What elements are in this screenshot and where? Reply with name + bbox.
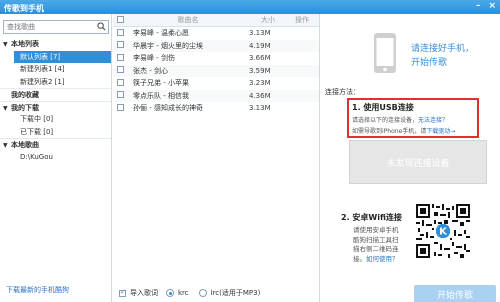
download-driver-link[interactable]: 下载驱动→ (426, 128, 455, 135)
svg-text:K: K (439, 227, 448, 238)
krc-label: krc (178, 289, 189, 297)
table-row[interactable]: 孙俪 - 感知成长的神奇 3.13M (113, 102, 319, 115)
close-icon[interactable]: × (488, 2, 496, 11)
row-checkbox[interactable] (117, 41, 124, 49)
list-item-new1[interactable]: 新建列表1 [4] (0, 63, 111, 76)
start-transfer-button[interactable]: 开始传歌 (414, 285, 496, 302)
header-size: 大小 (261, 16, 275, 24)
left-panel: ▼本地列表 默认列表 [7] 新建列表1 [4] 新建列表2 [1] 我的收藏 … (0, 14, 112, 302)
group-favorites[interactable]: 我的收藏 (0, 88, 111, 101)
wifi-instructions: 请使用安卓手机 酷狗扫描工具扫 描右侧二维码连 接。如何使用？ (353, 226, 399, 263)
lrc-label: lrc(适用于MP3) (210, 289, 261, 297)
table-row[interactable]: 筷子兄弟 - 小苹果 3.23M (113, 77, 319, 90)
row-checkbox[interactable] (117, 78, 124, 86)
no-device-button[interactable]: 未发现连接设备 (349, 140, 487, 184)
header-song-name: 歌曲名 (177, 16, 199, 24)
connect-tip: 请连接好手机， 开始传歌 (411, 44, 475, 68)
title-bar: 传歌到手机 – × (0, 0, 500, 14)
table-row[interactable]: 李易峰 - 剑伤 3.66M (113, 52, 319, 65)
list-item-default[interactable]: 默认列表 [7] (14, 50, 111, 63)
select-all-checkbox[interactable] (117, 15, 124, 23)
window-title: 传歌到手机 (4, 4, 44, 13)
row-checkbox[interactable] (117, 28, 124, 36)
list-item-downloading[interactable]: 下载中 [0] (0, 113, 111, 126)
playlist-tree: ▼ 本地列表 默认列表 [7] 新建列表1 [4] 新建列表2 [1] 我的收藏 … (0, 38, 111, 163)
header-action: 操作 (295, 16, 309, 24)
import-lyrics-checkbox[interactable] (119, 288, 126, 297)
right-panel: 请连接好手机， 开始传歌 连接方法： 1. 使用USB连接 请选择以下的连接设备… (321, 14, 500, 302)
method-label: 连接方法： (325, 88, 360, 96)
table-row[interactable]: 张杰 - 剑心 3.59M (113, 64, 319, 77)
table-row[interactable]: 李易峰 - 温柔心愿 3.13M (113, 27, 319, 40)
krc-radio[interactable] (166, 289, 174, 297)
group-downloads[interactable]: ▼ 我的下载 (0, 100, 111, 116)
collapse-triangle-icon[interactable]: ▼ (3, 103, 11, 116)
lrc-radio[interactable] (198, 289, 207, 297)
usb-connect-section: 1. 使用USB连接 请选择以下的连接设备，无法连接？ 如需导歌到iPhone手… (347, 98, 479, 138)
song-list-panel: 歌曲名 大小 操作 李易峰 - 温柔心愿 3.13M 华晨宇 - 烟火里的尘埃 4.… (113, 14, 320, 302)
table-header: 歌曲名 大小 操作 (113, 14, 319, 27)
search-box[interactable] (3, 20, 109, 34)
row-checkbox[interactable] (117, 66, 124, 74)
search-icon[interactable] (97, 22, 106, 31)
song-rows: 李易峰 - 温柔心愿 3.13M 华晨宇 - 烟火里的尘埃 4.19M 李易峰 - … (113, 27, 319, 115)
wifi-heading: 2. 安卓Wifi连接 (341, 213, 402, 222)
table-row[interactable]: 华晨宇 - 烟火里的尘埃 4.19M (113, 39, 319, 52)
minimize-icon[interactable]: – (476, 2, 481, 11)
import-lyrics-label: 导入歌词 (130, 289, 158, 297)
how-to-use-link[interactable]: 如何使用？ (366, 255, 399, 263)
usb-heading: 1. 使用USB连接 (352, 103, 414, 112)
row-checkbox[interactable] (117, 53, 124, 61)
table-row[interactable]: 零点乐队 - 相信我 4.36M (113, 89, 319, 102)
list-item-kugou-path[interactable]: D:\KuGou (0, 151, 111, 164)
qr-code-icon: K (416, 204, 470, 258)
phone-icon (374, 33, 396, 73)
collapse-triangle-icon[interactable]: ▼ (3, 39, 11, 52)
group-local-songs[interactable]: ▼ 本地歌曲 (0, 138, 111, 151)
list-item-downloaded[interactable]: 已下载 [0] (0, 126, 111, 139)
row-checkbox[interactable] (117, 103, 124, 111)
group-local-lists[interactable]: ▼ 本地列表 (0, 38, 111, 51)
download-app-link[interactable]: 下载最新的手机酷狗 (6, 285, 69, 295)
lyrics-options-bar: 导入歌词 krc lrc(适用于MP3) (113, 284, 320, 302)
collapse-triangle-icon[interactable]: ▼ (3, 140, 11, 153)
search-input[interactable] (4, 21, 96, 33)
list-item-new2[interactable]: 新建列表2 [1] (0, 76, 111, 89)
cannot-connect-link[interactable]: 无法连接？ (418, 117, 448, 124)
row-checkbox[interactable] (117, 91, 124, 99)
